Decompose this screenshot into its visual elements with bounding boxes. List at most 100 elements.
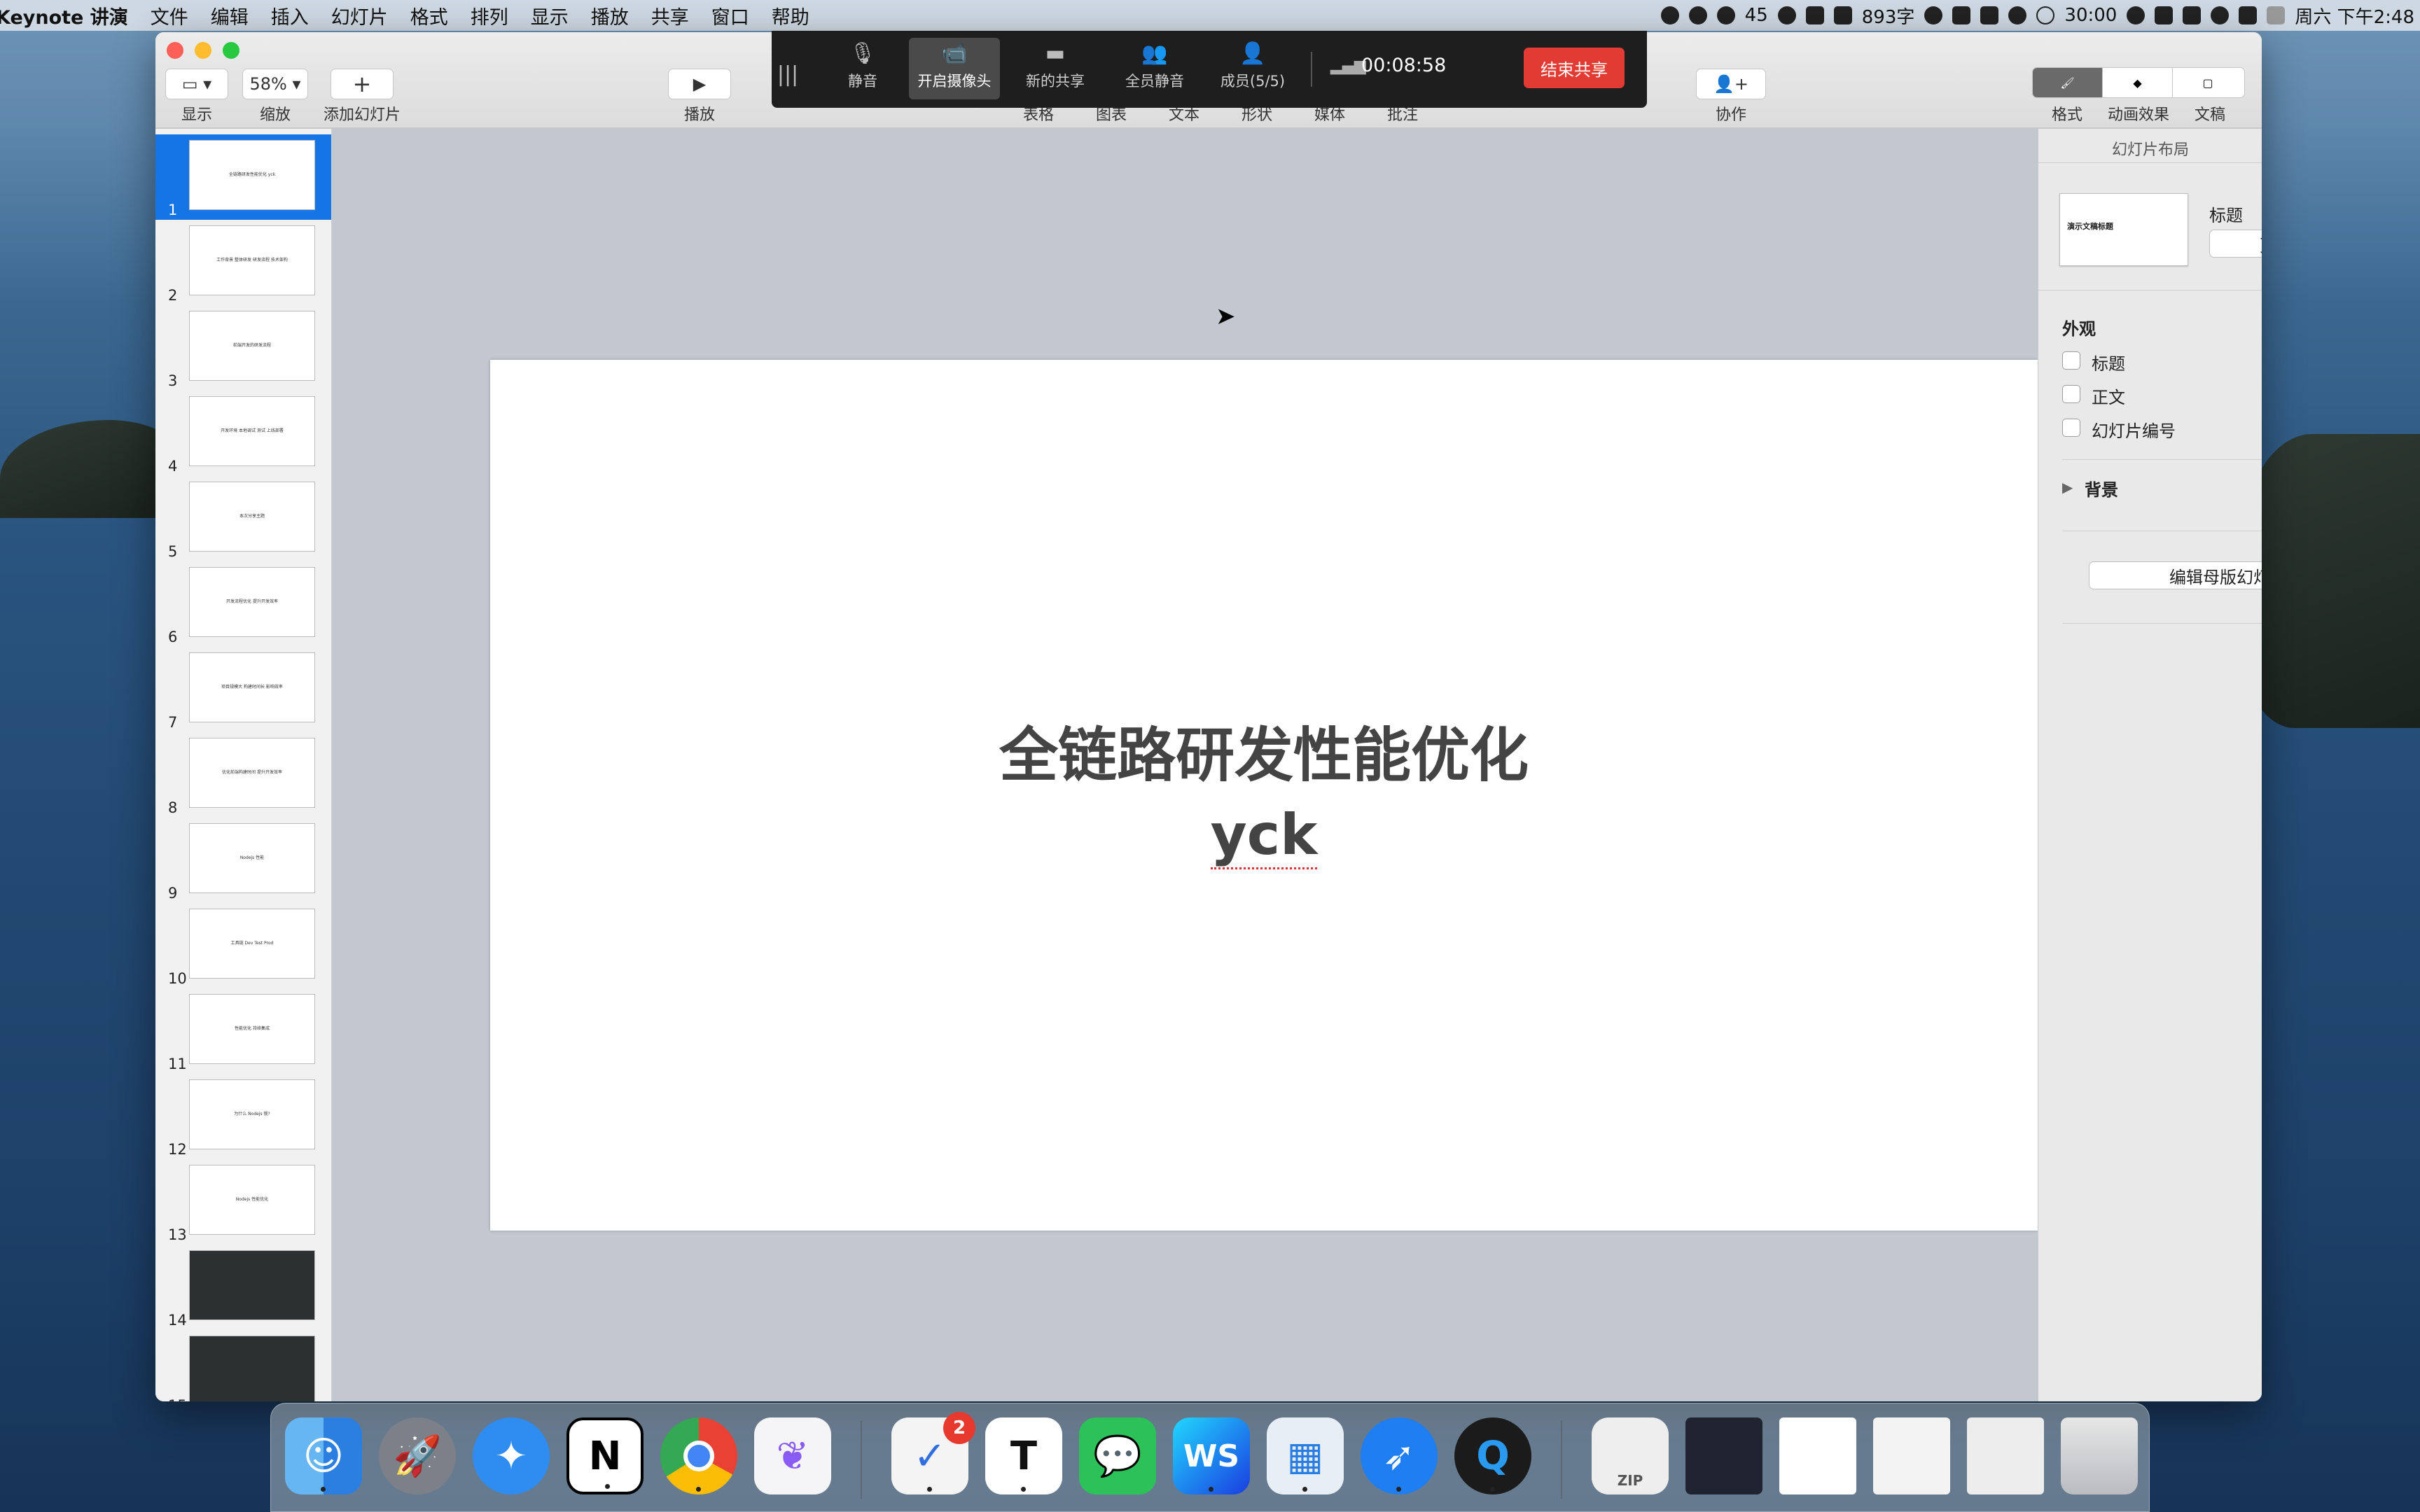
- safari-icon[interactable]: ✦: [473, 1418, 550, 1494]
- background-heading[interactable]: 背景: [2085, 476, 2118, 500]
- camera-button[interactable]: 📹 开启摄像头: [909, 38, 1000, 99]
- mindnode-icon[interactable]: ❦: [754, 1418, 831, 1494]
- keynote-icon[interactable]: ▦: [1267, 1418, 1344, 1494]
- new-share-button[interactable]: ▬ 新的共享: [1010, 38, 1101, 99]
- grid-icon[interactable]: [1980, 6, 1999, 24]
- mute-button[interactable]: 🎙 静音: [828, 38, 898, 99]
- slide-number: 2: [168, 287, 178, 304]
- typora-window-thumbnail[interactable]: [1779, 1418, 1856, 1494]
- slide-thumbnail[interactable]: 本次分享主题 5: [155, 476, 331, 561]
- weather-icon[interactable]: [2127, 6, 2146, 24]
- minimize-button[interactable]: [195, 42, 211, 59]
- wifi-icon[interactable]: [2211, 6, 2230, 24]
- members-button[interactable]: 👤 成员(5/5): [1207, 38, 1298, 99]
- edit-master-button[interactable]: 编辑母版幻灯片: [2089, 561, 2262, 589]
- layout-name: 标题: [2209, 206, 2243, 225]
- mic-icon[interactable]: [1952, 6, 1971, 24]
- view-button[interactable]: ▭ ▾: [165, 69, 228, 99]
- animate-tab[interactable]: ◆: [2103, 68, 2173, 97]
- wechat-icon[interactable]: [1716, 6, 1735, 24]
- vpn-icon[interactable]: [1805, 6, 1824, 24]
- location-icon[interactable]: [1688, 6, 1707, 24]
- slide-number: 4: [168, 458, 178, 475]
- slide-thumbnail[interactable]: Nodejs 性能 9: [155, 818, 331, 903]
- airplay-icon[interactable]: [2155, 6, 2174, 24]
- tools-icon[interactable]: [1833, 6, 1852, 24]
- disclosure-triangle-icon[interactable]: ▶: [2062, 479, 2073, 496]
- feishu-icon[interactable]: ➶: [1361, 1418, 1438, 1494]
- typora-icon[interactable]: T: [985, 1418, 1062, 1494]
- status-area: 45 893字 30:00 周六 下午2:48: [1660, 0, 2420, 31]
- finder-icon[interactable]: ☺: [285, 1418, 362, 1494]
- title-checkbox[interactable]: [2062, 351, 2080, 370]
- emoji-icon[interactable]: [1924, 6, 1943, 24]
- wechat-dock-icon[interactable]: 💬: [1079, 1418, 1156, 1494]
- trash-icon[interactable]: [2061, 1418, 2138, 1494]
- slide-thumbnail[interactable]: 为什么 Nodejs 慢? 12: [155, 1074, 331, 1159]
- collaborate-label: 协作: [1715, 106, 1746, 124]
- add-slide-button[interactable]: +: [331, 69, 394, 99]
- slide-thumbnail[interactable]: 项目规模大 构建时间长 影响效率 7: [155, 647, 331, 732]
- menu-slide[interactable]: 幻灯片: [320, 2, 399, 29]
- slide-thumbnail[interactable]: 14: [155, 1245, 331, 1330]
- slide-thumbnail[interactable]: 开发流程优化 提升开发效率 6: [155, 561, 331, 647]
- slide-thumbnail[interactable]: 全链路研发性能优化 yck 1: [155, 134, 331, 220]
- menu-window[interactable]: 窗口: [700, 2, 760, 29]
- menu-view[interactable]: 显示: [520, 2, 580, 29]
- play-button[interactable]: ▶: [668, 69, 731, 99]
- menu-edit[interactable]: 编辑: [200, 2, 260, 29]
- wechat-window-thumbnail[interactable]: [1967, 1418, 2044, 1494]
- slide-thumbnail[interactable]: Nodejs 性能优化 13: [155, 1159, 331, 1245]
- zip-file-icon[interactable]: ZIP: [1592, 1418, 1669, 1494]
- launchpad-icon[interactable]: 🚀: [379, 1418, 456, 1494]
- change-master-button[interactable]: 更改母版: [2209, 230, 2262, 258]
- menu-app-name[interactable]: Keynote 讲演: [0, 2, 139, 29]
- zoom-select[interactable]: 58% ▾: [242, 69, 308, 99]
- slide-title[interactable]: 全链路研发性能优化: [490, 708, 2038, 793]
- slide-thumbnail[interactable]: 15: [155, 1330, 331, 1401]
- bluetooth-icon[interactable]: [2183, 6, 2202, 24]
- mute-all-button[interactable]: 👥 全员静音: [1109, 38, 1200, 99]
- s-icon[interactable]: [2239, 6, 2258, 24]
- layout-thumbnail[interactable]: 演示文稿标题: [2059, 193, 2188, 266]
- close-button[interactable]: [167, 42, 183, 59]
- menu-file[interactable]: 文件: [139, 2, 200, 29]
- drag-handle-icon[interactable]: |||: [777, 38, 798, 99]
- menu-play[interactable]: 播放: [580, 2, 640, 29]
- quicktime-icon[interactable]: Q: [1454, 1418, 1531, 1494]
- menu-format[interactable]: 格式: [399, 2, 459, 29]
- body-checkbox[interactable]: [2062, 385, 2080, 403]
- slide-thumbnail[interactable]: 开发环境 本地调试 测试 上线部署 4: [155, 391, 331, 476]
- hat-icon[interactable]: [1777, 6, 1796, 24]
- record-icon[interactable]: [1660, 6, 1679, 24]
- menu-help[interactable]: 帮助: [760, 2, 821, 29]
- chrome-window-thumbnail[interactable]: [1873, 1418, 1950, 1494]
- slide-thumbnail[interactable]: 优化前端构建时间 提升开发效率 8: [155, 732, 331, 818]
- webstorm-window-thumbnail[interactable]: [1685, 1418, 1762, 1494]
- end-share-button[interactable]: 结束共享: [1524, 48, 1625, 88]
- menu-insert[interactable]: 插入: [260, 2, 320, 29]
- slide-thumbnail[interactable]: 前端开发的研发流程 3: [155, 305, 331, 391]
- clock: 周六 下午2:48: [2295, 6, 2414, 28]
- slide-thumbnail[interactable]: 工作背景 整体研发 研发流程 技术架构 2: [155, 220, 331, 305]
- timer-icon[interactable]: [2036, 6, 2055, 24]
- slide-thumbnail[interactable]: 性能优化 持续集成 11: [155, 988, 331, 1074]
- slide-subtitle[interactable]: yck: [490, 802, 2038, 869]
- format-tab[interactable]: 🖌: [2033, 68, 2103, 97]
- notion-icon[interactable]: N: [566, 1418, 644, 1494]
- reminders-icon[interactable]: ✓ 2: [891, 1412, 975, 1494]
- document-tab[interactable]: ▢: [2173, 68, 2243, 97]
- volume-icon[interactable]: [2267, 6, 2286, 24]
- slide-thumbnail-preview: 开发流程优化 提升开发效率: [189, 567, 315, 637]
- slide-number-checkbox[interactable]: [2062, 419, 2080, 437]
- zoom-button[interactable]: [223, 42, 239, 59]
- collaborate-button[interactable]: 👤+: [1696, 69, 1766, 99]
- webstorm-icon[interactable]: WS: [1173, 1418, 1250, 1494]
- current-slide[interactable]: 全链路研发性能优化 yck: [490, 360, 2038, 1231]
- paintbrush-icon: 🖌: [2060, 76, 2075, 90]
- menu-arrange[interactable]: 排列: [459, 2, 520, 29]
- cloud-icon[interactable]: [2008, 6, 2027, 24]
- menu-share[interactable]: 共享: [640, 2, 700, 29]
- slide-thumbnail[interactable]: 工具链 Dev Test Prod 10: [155, 903, 331, 988]
- chrome-icon[interactable]: [660, 1418, 737, 1494]
